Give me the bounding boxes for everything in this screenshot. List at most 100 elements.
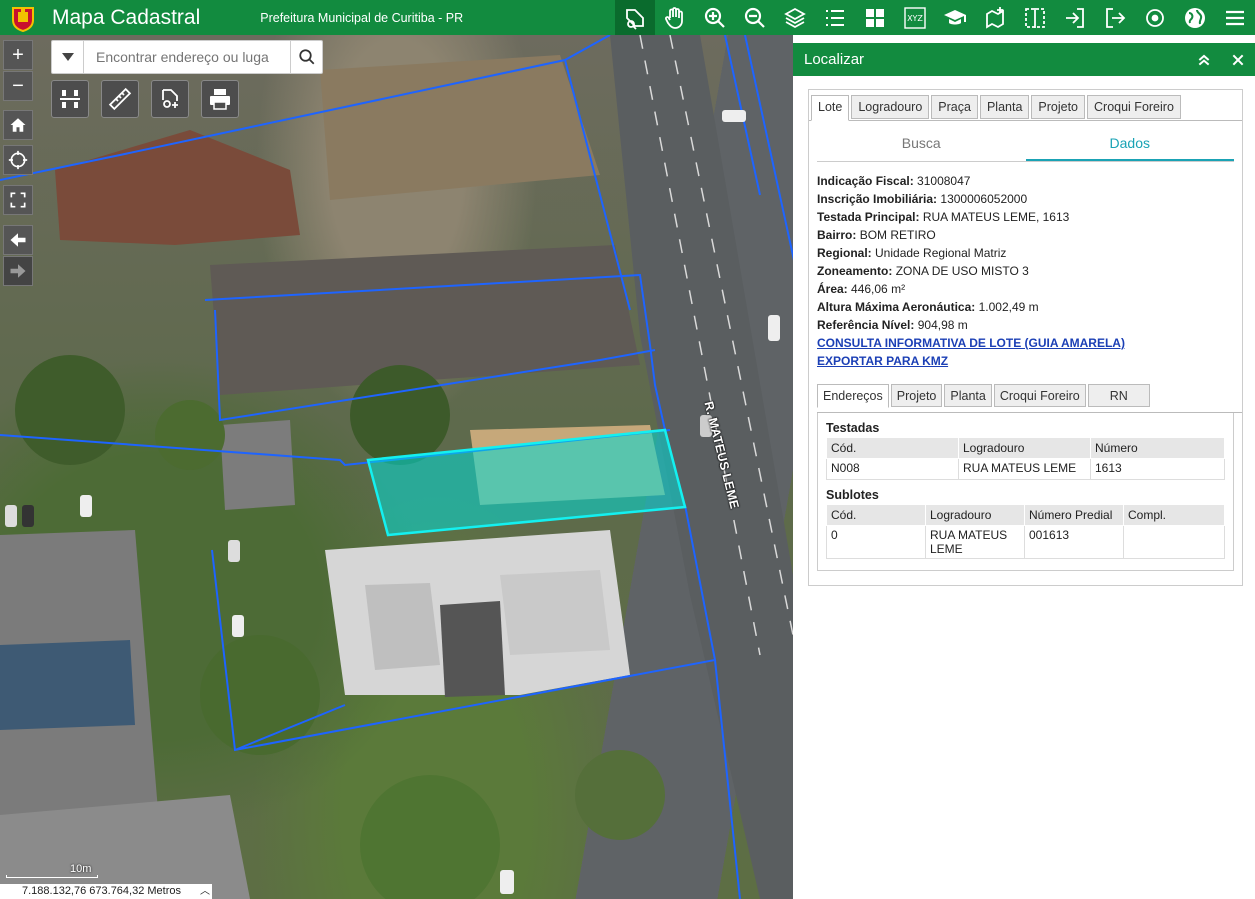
field-regional: Regional: Unidade Regional Matriz xyxy=(817,246,1007,260)
measure-tool-button[interactable] xyxy=(101,80,139,118)
svg-text:XYZ: XYZ xyxy=(907,14,923,23)
exportar-kmz-link[interactable]: EXPORTAR PARA KMZ xyxy=(817,352,1242,370)
tab-projeto[interactable]: Projeto xyxy=(1031,95,1086,119)
table-cell: 0 xyxy=(826,525,926,559)
logout-icon[interactable] xyxy=(1095,0,1135,35)
collapse-panel-button[interactable] xyxy=(1187,52,1221,68)
arrow-right-icon xyxy=(10,264,26,278)
menu-icon[interactable] xyxy=(1215,0,1255,35)
map-view[interactable]: + − R. MATEUS LEME 10m 7.188.132,76 673.… xyxy=(0,35,793,899)
field-area: Área: 446,06 m² xyxy=(817,282,906,296)
tab-lote[interactable]: Lote xyxy=(811,95,850,121)
subtab-busca[interactable]: Busca xyxy=(817,128,1026,161)
scale-label: 10m xyxy=(70,863,92,875)
tab-enderecos[interactable]: Endereços xyxy=(817,384,889,408)
panel-header: Localizar xyxy=(793,43,1255,76)
tab-inner-croqui-foreiro[interactable]: Croqui Foreiro xyxy=(993,384,1086,407)
globe-icon[interactable] xyxy=(1175,0,1215,35)
table-header: Número Predial xyxy=(1024,504,1124,526)
top-bar: Mapa Cadastral Prefeitura Municipal de C… xyxy=(0,0,1255,35)
search-source-dropdown[interactable] xyxy=(52,41,84,73)
table-cell: 001613 xyxy=(1024,525,1124,559)
arrow-left-icon xyxy=(10,233,26,247)
layers-icon[interactable] xyxy=(775,0,815,35)
sub-tabs: Busca Dados xyxy=(817,128,1234,162)
my-location-button[interactable] xyxy=(3,145,33,175)
close-panel-button[interactable] xyxy=(1221,53,1255,67)
scale-bar xyxy=(6,875,98,878)
table-header: Número xyxy=(1090,437,1225,459)
fullscreen-button[interactable] xyxy=(3,185,33,215)
basemap-grid-icon[interactable] xyxy=(855,0,895,35)
main-tabs: Lote Logradouro Praça Planta Projeto Cro… xyxy=(809,90,1242,121)
field-inscricao-imobiliaria: Inscrição Imobiliária: 1300006052000 xyxy=(817,192,1028,206)
table-cell: RUA MATEUS LEME xyxy=(925,525,1025,559)
home-button[interactable] xyxy=(3,110,33,140)
tab-inner-rn[interactable]: RN xyxy=(1087,384,1150,407)
previous-extent-button[interactable] xyxy=(3,225,33,255)
table-header: Logradouro xyxy=(925,504,1025,526)
table-row: 0 RUA MATEUS LEME 001613 xyxy=(826,525,1225,559)
identify-tool-icon[interactable] xyxy=(615,0,655,35)
table-header: Compl. xyxy=(1123,504,1225,526)
locate-target-icon[interactable] xyxy=(1135,0,1175,35)
search-button[interactable] xyxy=(290,41,322,73)
table-row: N008 RUA MATEUS LEME 1613 xyxy=(826,458,1225,480)
compare-split-icon[interactable] xyxy=(1015,0,1055,35)
next-extent-button[interactable] xyxy=(3,256,33,286)
app-subtitle: Prefeitura Municipal de Curitiba - PR xyxy=(260,10,464,25)
zoom-in-button[interactable]: + xyxy=(3,40,33,70)
crosshair-icon xyxy=(8,150,28,170)
table-cell xyxy=(1123,525,1225,559)
pan-hand-icon[interactable] xyxy=(655,0,695,35)
double-chevron-up-icon xyxy=(1198,54,1210,65)
tab-praca[interactable]: Praça xyxy=(931,95,978,119)
locate-panel: Localizar Lote Logradouro Praça Planta P… xyxy=(793,35,1255,899)
sublotes-table: Cód. Logradouro Número Predial Compl. 0 … xyxy=(826,504,1225,559)
field-indicacao-fiscal: Indicação Fiscal: 31008047 xyxy=(817,174,971,188)
table-cell: N008 xyxy=(826,458,959,480)
consulta-informativa-link[interactable]: CONSULTA INFORMATIVA DE LOTE (GUIA AMARE… xyxy=(817,334,1242,352)
zoom-out-button[interactable]: − xyxy=(3,71,33,101)
fullscreen-icon xyxy=(10,192,26,208)
field-testada-principal: Testada Principal: RUA MATEUS LEME, 1613 xyxy=(817,210,1070,224)
search-icon xyxy=(298,49,314,65)
tab-croqui-foreiro[interactable]: Croqui Foreiro xyxy=(1087,95,1181,119)
tab-planta[interactable]: Planta xyxy=(979,95,1030,119)
search-input[interactable] xyxy=(84,41,290,73)
addresses-content: Testadas Cód. Logradouro Número N008 RUA… xyxy=(817,413,1234,571)
testadas-table: Cód. Logradouro Número N008 RUA MATEUS L… xyxy=(826,437,1225,480)
table-header: Cód. xyxy=(826,437,959,459)
lot-details: Indicação Fiscal: 31008047 Inscrição Imo… xyxy=(809,162,1242,370)
tab-logradouro[interactable]: Logradouro xyxy=(851,95,930,119)
printer-icon xyxy=(210,89,230,110)
legend-list-icon[interactable] xyxy=(815,0,855,35)
identify-add-icon xyxy=(162,89,178,108)
table-cell: RUA MATEUS LEME xyxy=(958,458,1091,480)
tab-inner-planta[interactable]: Planta xyxy=(944,384,992,407)
panel-title: Localizar xyxy=(804,51,865,68)
subtab-dados[interactable]: Dados xyxy=(1025,128,1234,161)
login-icon[interactable] xyxy=(1055,0,1095,35)
zoom-out-icon[interactable] xyxy=(735,0,775,35)
field-altura-maxima: Altura Máxima Aeronáutica: 1.002,49 m xyxy=(817,300,1039,314)
education-cap-icon[interactable] xyxy=(935,0,975,35)
xyz-coordinates-icon[interactable]: XYZ xyxy=(895,0,935,35)
table-cell: 1613 xyxy=(1090,458,1225,480)
app-title: Mapa Cadastral xyxy=(52,5,201,29)
caret-down-icon xyxy=(61,53,74,61)
chevron-up-icon[interactable]: ︿ xyxy=(200,884,210,899)
print-button[interactable] xyxy=(201,80,239,118)
swap-arrows-icon xyxy=(60,90,80,108)
zoom-in-icon[interactable] xyxy=(695,0,735,35)
aerial-imagery xyxy=(0,35,793,899)
sublotes-title: Sublotes xyxy=(826,488,879,502)
identify-plus-button[interactable] xyxy=(151,80,189,118)
swap-tool-button[interactable] xyxy=(51,80,89,118)
testadas-title: Testadas xyxy=(826,421,880,435)
detail-tabs: Endereços Projeto Planta Croqui Foreiro … xyxy=(817,384,1242,413)
add-map-icon[interactable] xyxy=(975,0,1015,35)
home-icon xyxy=(10,118,26,132)
tab-inner-projeto[interactable]: Projeto xyxy=(890,384,943,407)
coordinates-text: 7.188.132,76 673.764,32 Metros xyxy=(22,885,182,897)
